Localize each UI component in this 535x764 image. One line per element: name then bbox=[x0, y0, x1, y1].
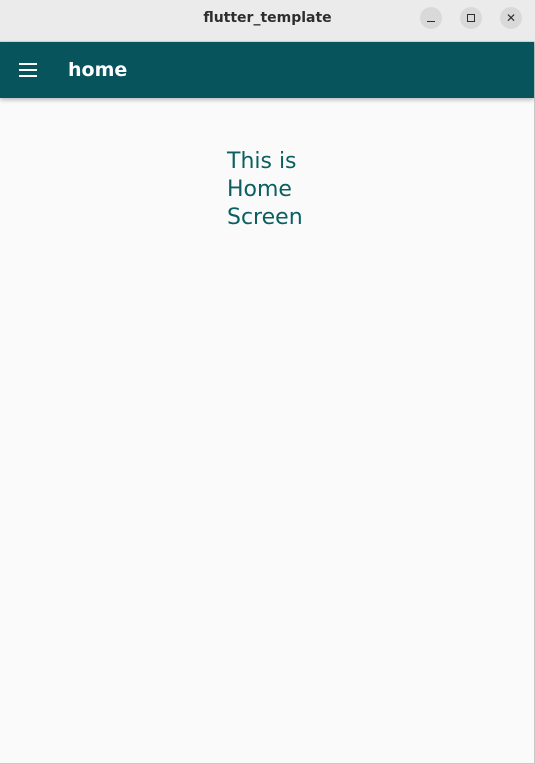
page-title: home bbox=[68, 59, 128, 81]
close-button[interactable]: ✕ bbox=[500, 7, 522, 29]
home-screen-text: This is Home Screen bbox=[227, 149, 303, 230]
menu-icon bbox=[19, 63, 37, 77]
main-content: This is Home Screen bbox=[0, 98, 534, 763]
minimize-icon bbox=[427, 20, 435, 23]
window-titlebar[interactable]: flutter_template ✕ bbox=[0, 0, 535, 42]
close-icon: ✕ bbox=[505, 11, 517, 25]
menu-button[interactable] bbox=[8, 50, 48, 90]
app-bar: home bbox=[0, 42, 534, 98]
minimize-button[interactable] bbox=[420, 7, 442, 29]
maximize-icon bbox=[467, 14, 475, 22]
app-window: flutter_template ✕ home This is Home Scr… bbox=[0, 0, 535, 764]
maximize-button[interactable] bbox=[460, 7, 482, 29]
window-title: flutter_template bbox=[203, 10, 332, 26]
